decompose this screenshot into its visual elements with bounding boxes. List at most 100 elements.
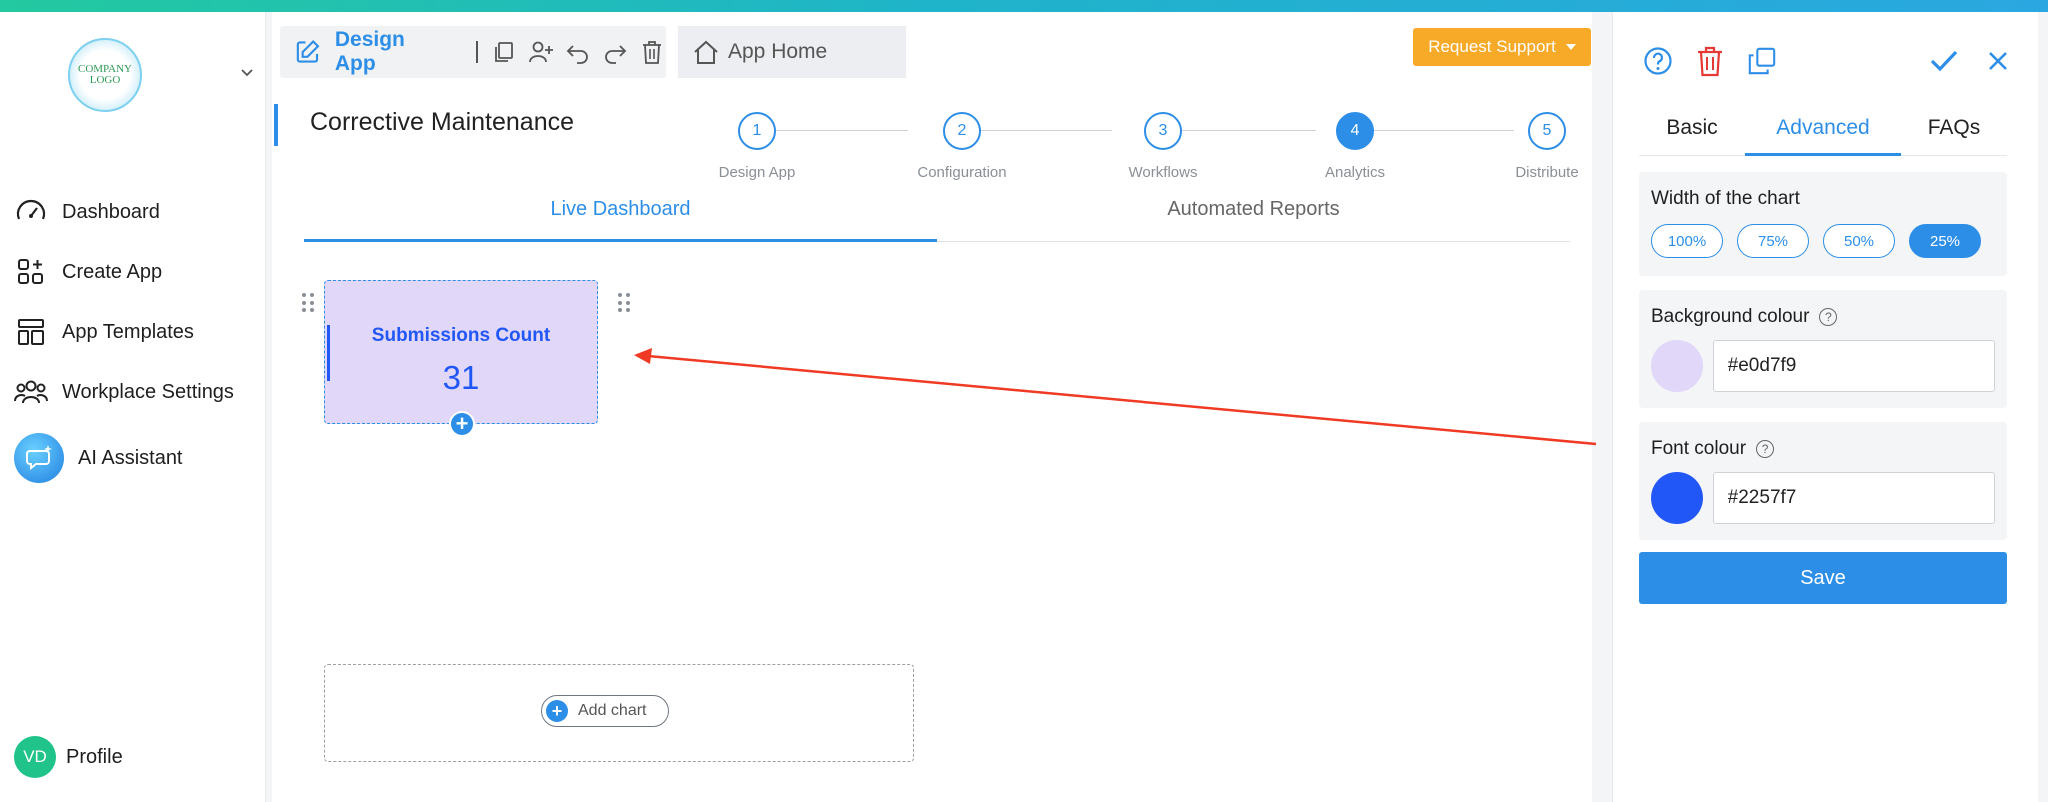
- design-tab-label: Design App: [334, 28, 405, 75]
- step-label: Workflows: [1128, 164, 1198, 181]
- profile-item[interactable]: VD Profile: [14, 736, 123, 778]
- trash-icon[interactable]: [637, 37, 666, 67]
- card-accent-bar: [327, 325, 330, 381]
- add-widget-icon[interactable]: +: [449, 411, 475, 437]
- top-accent-bar: [0, 0, 2048, 12]
- background-colour-swatch[interactable]: [1651, 340, 1703, 392]
- sidebar-item-ai-assistant[interactable]: AI Assistant: [14, 432, 183, 484]
- close-icon[interactable]: [1983, 46, 2013, 76]
- width-label: Width of the chart: [1651, 188, 1800, 209]
- background-colour-label-row: Background colour ?: [1651, 306, 1995, 328]
- font-colour-input[interactable]: [1712, 472, 1995, 524]
- step-label: Configuration: [917, 164, 1007, 181]
- submissions-count-card[interactable]: Submissions Count 31 +: [324, 280, 598, 437]
- step-configuration[interactable]: 2 Configuration: [907, 112, 1017, 181]
- copy-icon[interactable]: [490, 37, 519, 67]
- chevron-down-icon[interactable]: [240, 66, 254, 80]
- duplicate-icon[interactable]: [1747, 46, 1777, 76]
- width-option-25[interactable]: 25%: [1909, 224, 1981, 258]
- profile-label: Profile: [66, 745, 123, 768]
- home-tab-label: App Home: [728, 40, 828, 63]
- font-colour-label: Font colour: [1651, 438, 1747, 459]
- help-icon[interactable]: ?: [1819, 308, 1838, 326]
- page-title: Corrective Maintenance: [310, 108, 575, 136]
- avatar: VD: [14, 736, 56, 778]
- help-icon[interactable]: [1643, 46, 1673, 76]
- drag-handle-icon[interactable]: [302, 293, 316, 313]
- tab-design-app[interactable]: Design App: [280, 26, 666, 78]
- step-workflows[interactable]: 3 Workflows: [1108, 112, 1218, 181]
- step-distribute[interactable]: 5 Distribute: [1492, 112, 1602, 181]
- drag-handle-icon[interactable]: [618, 293, 632, 313]
- font-colour-row: [1651, 472, 1995, 524]
- width-option-75[interactable]: 75%: [1737, 224, 1809, 258]
- background-colour-label: Background colour: [1651, 306, 1810, 327]
- step-number: 3: [1144, 112, 1182, 150]
- background-colour-section: Background colour ?: [1639, 290, 2007, 408]
- background-colour-input[interactable]: [1712, 340, 1995, 392]
- add-chart-button[interactable]: + Add chart: [541, 695, 669, 727]
- card-value: 31: [442, 359, 480, 396]
- width-options: 100% 75% 50% 25%: [1651, 224, 1995, 258]
- home-icon: [694, 40, 718, 64]
- support-label: Request Support: [1428, 37, 1556, 56]
- step-number: 2: [943, 112, 981, 150]
- divider: [476, 41, 479, 63]
- font-colour-label-row: Font colour ?: [1651, 438, 1995, 460]
- sidebar-item-create-app[interactable]: Create App: [14, 252, 162, 292]
- stepper: 1 Design App 2 Configuration 3 Workflows…: [702, 98, 1579, 181]
- background-colour-row: [1651, 340, 1995, 392]
- tab-basic[interactable]: Basic: [1639, 116, 1745, 156]
- font-colour-swatch[interactable]: [1651, 472, 1703, 524]
- step-number: 1: [738, 112, 776, 150]
- gauge-icon: [14, 195, 48, 229]
- add-user-icon[interactable]: [527, 37, 556, 67]
- dashboard-tabs: Live Dashboard Automated Reports: [304, 194, 1570, 242]
- tab-app-home[interactable]: App Home: [678, 26, 906, 78]
- check-icon[interactable]: [1929, 46, 1959, 76]
- help-icon[interactable]: ?: [1756, 440, 1775, 458]
- panel-tools: [1643, 46, 1777, 77]
- sidebar-item-app-templates[interactable]: App Templates: [14, 312, 194, 352]
- chart-width-section: Width of the chart 100% 75% 50% 25%: [1639, 172, 2007, 276]
- font-colour-section: Font colour ?: [1639, 422, 2007, 540]
- sidebar-item-label: AI Assistant: [78, 446, 183, 469]
- tab-live-dashboard[interactable]: Live Dashboard: [304, 194, 937, 242]
- caret-down-icon: [1565, 44, 1576, 50]
- width-option-50[interactable]: 50%: [1823, 224, 1895, 258]
- users-icon: [14, 375, 48, 409]
- logo-text: COMPANY LOGO: [78, 63, 133, 86]
- width-option-100[interactable]: 100%: [1651, 224, 1723, 258]
- save-button[interactable]: Save: [1639, 552, 2007, 604]
- step-label: Distribute: [1515, 164, 1579, 181]
- sidebar-item-label: App Templates: [62, 320, 194, 343]
- redo-icon[interactable]: [600, 37, 629, 67]
- card-title: Submissions Count: [371, 325, 551, 346]
- edit-icon: [296, 39, 320, 63]
- sidebar-item-dashboard[interactable]: Dashboard: [14, 192, 160, 232]
- tab-faqs[interactable]: FAQs: [1901, 116, 2007, 156]
- step-analytics[interactable]: 4 Analytics: [1300, 112, 1410, 181]
- step-label: Analytics: [1324, 164, 1386, 181]
- panel-tabs: Basic Advanced FAQs: [1639, 108, 2007, 156]
- plus-circle-icon: +: [546, 700, 568, 722]
- undo-icon[interactable]: [564, 37, 593, 67]
- panel-actions: [1929, 46, 2013, 76]
- step-number: 5: [1528, 112, 1566, 150]
- sidebar: COMPANY LOGO Dashboard Create App App Te…: [0, 12, 266, 802]
- company-logo[interactable]: COMPANY LOGO: [68, 38, 142, 112]
- tab-automated-reports[interactable]: Automated Reports: [937, 194, 1570, 242]
- sidebar-item-label: Workplace Settings: [62, 380, 234, 403]
- request-support-button[interactable]: Request Support: [1413, 28, 1591, 66]
- sidebar-item-label: Create App: [62, 260, 163, 283]
- step-number: 4: [1336, 112, 1374, 150]
- main-content: Design App App Home Request Support Corr…: [272, 12, 1592, 802]
- sidebar-item-workplace-settings[interactable]: Workplace Settings: [14, 372, 234, 412]
- step-design-app[interactable]: 1 Design App: [702, 112, 812, 181]
- add-chart-label: Add chart: [578, 702, 647, 719]
- delete-icon[interactable]: [1695, 46, 1725, 77]
- layout-icon: [14, 315, 48, 349]
- title-accent: [274, 104, 278, 146]
- tab-advanced[interactable]: Advanced: [1745, 116, 1901, 156]
- sidebar-item-label: Dashboard: [62, 200, 160, 223]
